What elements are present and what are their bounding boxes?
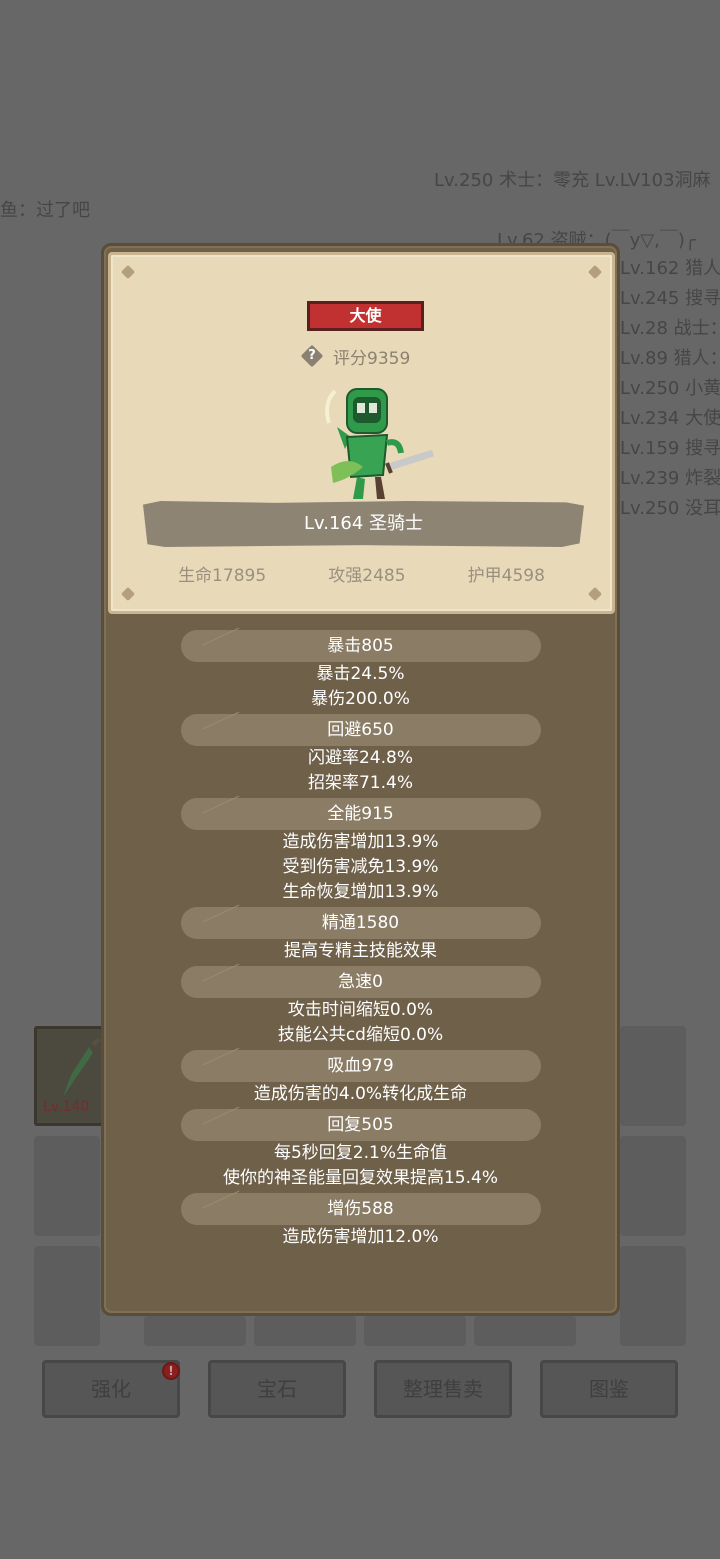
attribute-header: 回避650 — [180, 714, 541, 746]
attribute-line: 暴伤200.0% — [311, 689, 410, 709]
score-label: 评分9359 — [333, 348, 411, 369]
attribute-header: 吸血979 — [180, 1050, 541, 1082]
stat-hp: 生命17895 — [178, 566, 267, 586]
attribute-line: 造成伤害增加12.0% — [282, 1227, 439, 1247]
rivet-decoration — [123, 589, 133, 599]
hero-avatar — [325, 388, 435, 499]
inventory-slot[interactable] — [364, 1316, 466, 1346]
attribute-line: 招架率71.4% — [307, 773, 413, 793]
inventory-slot[interactable] — [144, 1316, 246, 1346]
attribute-line: 造成伤害增加13.9% — [282, 832, 439, 852]
attribute-haste: 急速0 攻击时间缩短0.0% 技能公共cd缩短0.0% — [104, 966, 617, 1048]
attribute-header: 全能915 — [180, 798, 541, 830]
attribute-mastery: 精通1580 提高专精主技能效果 — [104, 907, 617, 964]
notice-badge: ! — [162, 1362, 180, 1380]
attribute-crit: 暴击805 暴击24.5% 暴伤200.0% — [104, 630, 617, 712]
stat-armor: 护甲4598 — [467, 566, 545, 586]
inventory-slot[interactable] — [34, 1136, 100, 1236]
inventory-slot[interactable] — [620, 1026, 686, 1126]
attribute-line: 每5秒回复2.1%生命值 — [273, 1143, 447, 1163]
inventory-item-slot[interactable]: Lv.140 — [34, 1026, 106, 1126]
attribute-line: 提高专精主技能效果 — [284, 941, 437, 961]
chat-line: Lv.162 猎人： — [620, 258, 720, 279]
rivet-decoration — [590, 589, 600, 599]
help-icon[interactable]: ? — [301, 345, 323, 367]
gem-button[interactable]: 宝石 — [208, 1360, 346, 1418]
chat-line: 鱼：过了吧 — [0, 200, 90, 221]
score-row: ? 评分9359 — [301, 343, 410, 369]
chat-line: Lv.245 搜寻者 — [620, 288, 720, 309]
attribute-lifesteal: 吸血979 造成伤害的4.0%转化成生命 — [104, 1050, 617, 1107]
chat-line: Lv.234 大使 — [620, 408, 720, 429]
attribute-line: 暴击24.5% — [316, 664, 405, 684]
stat-attack-power: 攻强2485 — [328, 566, 406, 586]
attribute-line: 闪避率24.8% — [307, 748, 413, 768]
inventory-slot[interactable] — [254, 1316, 356, 1346]
title-badge: 大使 — [307, 301, 424, 331]
chat-line: Lv.89 猎人： — [620, 348, 720, 369]
sort-sell-button[interactable]: 整理售卖 — [374, 1360, 512, 1418]
attribute-versatility: 全能915 造成伤害增加13.9% 受到伤害减免13.9% 生命恢复增加13.9… — [104, 798, 617, 905]
attribute-line: 使你的神圣能量回复效果提高15.4% — [222, 1168, 498, 1188]
item-level: Lv.140 — [43, 1099, 90, 1115]
inventory-slot[interactable] — [34, 1246, 100, 1346]
spear-icon — [63, 1037, 101, 1097]
attribute-line: 攻击时间缩短0.0% — [287, 1000, 434, 1020]
rivet-decoration — [123, 267, 133, 277]
attribute-regen: 回复505 每5秒回复2.1%生命值 使你的神圣能量回复效果提高15.4% — [104, 1109, 617, 1191]
inventory-slot[interactable] — [474, 1316, 576, 1346]
attribute-header: 回复505 — [180, 1109, 541, 1141]
attribute-line: 生命恢复增加13.9% — [282, 882, 439, 902]
character-card: 大使 ? 评分9359 Lv.164 圣骑士 生命17895 攻强2485 护甲… — [108, 252, 615, 614]
attribute-header: 精通1580 — [180, 907, 541, 939]
chat-line: Lv.28 战士： — [620, 318, 720, 339]
inventory-slot[interactable] — [620, 1246, 686, 1346]
enhance-button[interactable]: 强化 — [42, 1360, 180, 1418]
attribute-header: 增伤588 — [180, 1193, 541, 1225]
class-level-banner: Lv.164 圣骑士 — [143, 501, 584, 547]
attribute-damage-bonus: 增伤588 造成伤害增加12.0% — [104, 1193, 617, 1250]
rivet-decoration — [590, 267, 600, 277]
chat-line: Lv.239 炸裂 — [620, 468, 720, 489]
chat-line: Lv.250 小黄人 — [620, 378, 720, 399]
base-stats: 生命17895 攻强2485 护甲4598 — [111, 561, 612, 586]
attribute-header: 暴击805 — [180, 630, 541, 662]
chat-line: Lv.250 术士：零充 Lv.LV103洞麻 — [434, 170, 711, 191]
codex-button[interactable]: 图鉴 — [540, 1360, 678, 1418]
chat-line: Lv.250 没耳朵 — [620, 498, 720, 519]
attribute-line: 技能公共cd缩短0.0% — [277, 1025, 444, 1045]
character-detail-modal: 大使 ? 评分9359 Lv.164 圣骑士 生命17895 攻强2485 护甲… — [101, 243, 620, 1316]
attribute-line: 造成伤害的4.0%转化成生命 — [253, 1084, 468, 1104]
chat-list: Lv.162 猎人： Lv.245 搜寻者 Lv.28 战士： Lv.89 猎人… — [620, 254, 720, 524]
chat-line: Lv.159 搜寻者 — [620, 438, 720, 459]
attribute-avoidance: 回避650 闪避率24.8% 招架率71.4% — [104, 714, 617, 796]
inventory-slot[interactable] — [620, 1136, 686, 1236]
attribute-header: 急速0 — [180, 966, 541, 998]
attribute-list: 暴击805 暴击24.5% 暴伤200.0% 回避650 闪避率24.8% 招架… — [104, 630, 617, 1252]
attribute-line: 受到伤害减免13.9% — [282, 857, 439, 877]
